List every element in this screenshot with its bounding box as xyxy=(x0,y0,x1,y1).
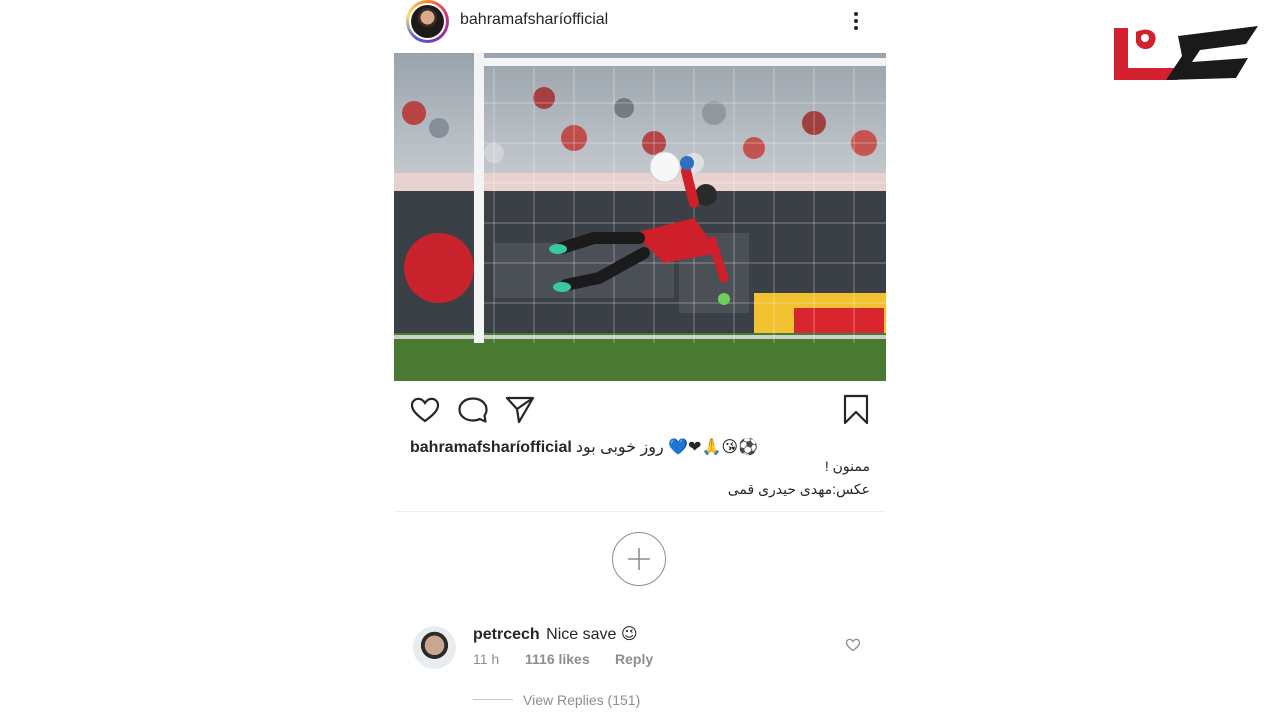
heart-icon[interactable] xyxy=(845,637,861,653)
replies-divider xyxy=(473,699,513,700)
share-icon[interactable] xyxy=(504,394,536,426)
divider xyxy=(394,511,886,512)
comment-avatar[interactable] xyxy=(413,626,456,669)
comment: petrcech Nice save 😉 xyxy=(473,624,638,644)
caption: bahramafsharíofficial روز خوبی بود 💙❤🙏😘⚽ xyxy=(410,437,870,457)
post-photo[interactable] xyxy=(394,53,886,381)
avatar-photo xyxy=(411,5,444,38)
post-actions xyxy=(394,394,886,426)
site-logo xyxy=(1108,22,1264,84)
comment-icon[interactable] xyxy=(457,394,489,426)
heart-icon[interactable] xyxy=(409,394,441,426)
comment-text: Nice save 😉 xyxy=(546,626,638,643)
comment-username[interactable]: petrcech xyxy=(473,626,540,643)
caption-line-2: ممنون ! xyxy=(824,458,870,474)
avatar[interactable] xyxy=(406,0,449,43)
more-options-icon[interactable] xyxy=(848,10,864,34)
comment-time: 11 h xyxy=(473,651,500,667)
view-replies-button[interactable]: View Replies (151) xyxy=(523,692,640,708)
post-username[interactable]: bahramafsharíofficial xyxy=(460,11,608,29)
post-header: bahramafsharíofficial xyxy=(394,0,886,44)
load-more-comments-button[interactable] xyxy=(612,532,666,586)
caption-line-3: عکس:مهدی حیدری قمی xyxy=(727,481,870,497)
bookmark-icon[interactable] xyxy=(840,394,872,426)
caption-username[interactable]: bahramafsharíofficial xyxy=(410,439,572,456)
instagram-post: bahramafsharíofficial bahramafsharíoffic… xyxy=(394,0,886,720)
plus-icon xyxy=(628,548,650,570)
reply-button[interactable]: Reply xyxy=(615,651,653,667)
comment-likes[interactable]: 1116 likes xyxy=(525,651,590,667)
caption-text: روز خوبی بود 💙❤🙏😘⚽ xyxy=(575,439,758,456)
